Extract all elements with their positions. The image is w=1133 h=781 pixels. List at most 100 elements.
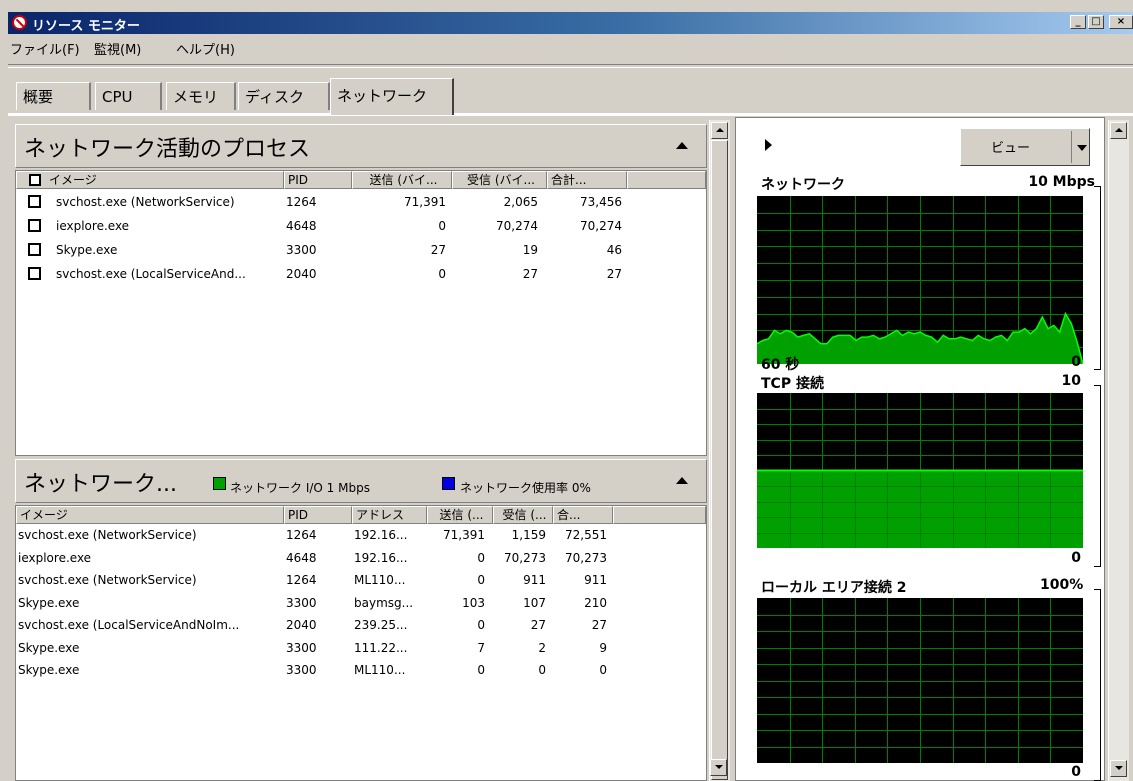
cell-send: 71,391	[443, 528, 485, 542]
cell-send: 0	[438, 267, 446, 281]
collapse-arrow-icon[interactable]	[676, 142, 688, 149]
table-row[interactable]: Skype.exe 3300 ML110... 0 0 0	[16, 659, 706, 681]
tab-disk[interactable]: ディスク	[238, 82, 330, 110]
scroll-up-button[interactable]	[711, 122, 728, 139]
table-row[interactable]: svchost.exe (NetworkService) 1264 ML110...…	[16, 569, 706, 591]
cell-send: 0	[477, 550, 485, 565]
cell-pid: 1264	[286, 573, 317, 587]
left-scrollbar[interactable]	[709, 120, 730, 781]
cell-total: 27	[591, 618, 607, 632]
collapse-arrow-icon[interactable]	[676, 477, 688, 484]
minimize-button[interactable]: _	[1070, 15, 1086, 29]
chevron-down-icon[interactable]	[1077, 145, 1087, 151]
col-total[interactable]: 合...	[553, 506, 613, 524]
cell-total: 72,551	[565, 528, 607, 542]
cell-total: 9	[599, 640, 607, 655]
cell-image: svchost.exe (NetworkService)	[18, 528, 197, 542]
table-row[interactable]: iexplore.exe 4648 0 70,274 70,274	[16, 215, 706, 237]
view-button[interactable]: ビュー	[960, 128, 1090, 166]
cell-address: 192.16...	[354, 528, 408, 542]
cell-recv: 27	[522, 267, 538, 281]
row-checkbox[interactable]	[28, 267, 41, 280]
scroll-down-button[interactable]	[1110, 760, 1127, 777]
cell-image: Skype.exe	[56, 243, 118, 257]
row-checkbox[interactable]	[28, 219, 41, 232]
network-usage-legend: ネットワーク使用率 0%	[460, 481, 591, 495]
col-total[interactable]: 合計...	[547, 171, 627, 189]
cell-total: 210	[584, 595, 607, 610]
cell-send: 0	[477, 618, 485, 632]
col-filler	[613, 506, 706, 524]
cell-image: Skype.exe	[18, 595, 80, 610]
cell-send: 0	[438, 219, 446, 233]
table-row[interactable]: svchost.exe (LocalServiceAndNoIm... 2040 2…	[16, 614, 706, 636]
cell-pid: 2040	[286, 618, 317, 632]
cell-image: Skype.exe	[18, 663, 80, 677]
col-image-label: イメージ	[49, 173, 97, 187]
col-recv[interactable]: 受信 (...	[493, 506, 553, 524]
table-row[interactable]: svchost.exe (LocalServiceAnd... 2040 0 27 27	[16, 263, 706, 285]
col-recv[interactable]: 受信 (バイ...	[452, 171, 547, 189]
cell-recv: 2,065	[503, 195, 538, 209]
table-row[interactable]: svchost.exe (NetworkService) 1264 192.16..…	[16, 524, 706, 546]
right-scrollbar[interactable]	[1108, 120, 1129, 781]
cell-send: 103	[462, 595, 485, 610]
cell-pid: 3300	[286, 243, 317, 257]
scroll-thumb[interactable]	[711, 140, 728, 780]
cell-image: svchost.exe (LocalServiceAndNoIm...	[18, 618, 240, 632]
col-image[interactable]: イメージ	[16, 506, 284, 524]
cell-total: 46	[606, 243, 622, 257]
graph-tcp-bracket	[1094, 385, 1101, 567]
table-row[interactable]: Skype.exe 3300 baymsg... 103 107 210	[16, 592, 706, 614]
cell-pid: 2040	[286, 267, 317, 281]
cell-pid: 3300	[286, 595, 317, 610]
network-graph	[757, 196, 1083, 364]
cell-recv: 0	[538, 663, 546, 677]
cell-send: 27	[430, 243, 446, 257]
cell-recv: 911	[523, 573, 546, 587]
scroll-down-button[interactable]	[710, 759, 727, 776]
graph-lan-scale-max: 100%	[1040, 577, 1084, 593]
col-pid[interactable]: PID	[284, 171, 352, 189]
window-title: リソース モニター	[32, 19, 140, 34]
cell-recv: 27	[530, 618, 546, 632]
row-checkbox[interactable]	[28, 195, 41, 208]
tab-cpu[interactable]: CPU	[95, 82, 162, 110]
row-checkbox[interactable]	[28, 243, 41, 256]
tab-memory[interactable]: メモリ	[166, 82, 236, 110]
col-send[interactable]: 送信 (...	[427, 506, 493, 524]
cell-send: 7	[477, 640, 485, 655]
cell-total: 911	[584, 573, 607, 587]
menu-help[interactable]: ヘルプ(H)	[176, 39, 235, 58]
network-io-legend: ネットワーク I/O 1 Mbps	[230, 481, 370, 495]
graph-network-bracket	[1094, 186, 1101, 370]
col-image[interactable]: イメージ	[16, 171, 284, 189]
cell-image: iexplore.exe	[18, 550, 92, 565]
processes-section-header[interactable]: ネットワーク活動のプロセス	[15, 124, 707, 168]
table-row[interactable]: svchost.exe (NetworkService) 1264 71,391 2,…	[16, 191, 706, 213]
cell-pid: 4648	[286, 550, 317, 565]
maximize-button[interactable]: □	[1088, 15, 1104, 29]
table-row[interactable]: iexplore.exe 4648 192.16... 0 70,273 70,273	[16, 547, 706, 569]
expand-arrow-icon[interactable]	[765, 139, 772, 151]
menu-monitor[interactable]: 監視(M)	[94, 39, 141, 58]
close-button[interactable]: ×	[1109, 15, 1133, 29]
tab-overview[interactable]: 概要	[16, 82, 91, 110]
graph-network-scale-max: 10 Mbps	[1028, 174, 1095, 190]
cell-send: 0	[477, 663, 485, 677]
network-section-header[interactable]: ネットワーク... ネットワーク I/O 1 Mbps ネットワーク使用率 0%	[15, 459, 707, 503]
table-row[interactable]: Skype.exe 3300 111.22... 7 2 9	[16, 637, 706, 659]
col-send[interactable]: 送信 (バイ...	[352, 171, 452, 189]
menu-bar: ファイル(F) 監視(M) ヘルプ(H)	[8, 36, 1133, 58]
graph-lan-title: ローカル エリア接続 2	[761, 580, 907, 596]
graph-network-title: ネットワーク	[761, 177, 845, 193]
col-address[interactable]: アドレス	[352, 506, 427, 524]
tab-network[interactable]: ネットワーク	[330, 78, 454, 115]
table-row[interactable]: Skype.exe 3300 27 19 46	[16, 239, 706, 261]
select-all-checkbox[interactable]	[29, 174, 41, 186]
menu-file[interactable]: ファイル(F)	[10, 39, 80, 58]
scroll-up-button[interactable]	[1110, 122, 1127, 139]
graph-tcp-title: TCP 接続	[761, 376, 824, 392]
col-pid[interactable]: PID	[284, 506, 352, 524]
cell-address: ML110...	[354, 663, 406, 677]
